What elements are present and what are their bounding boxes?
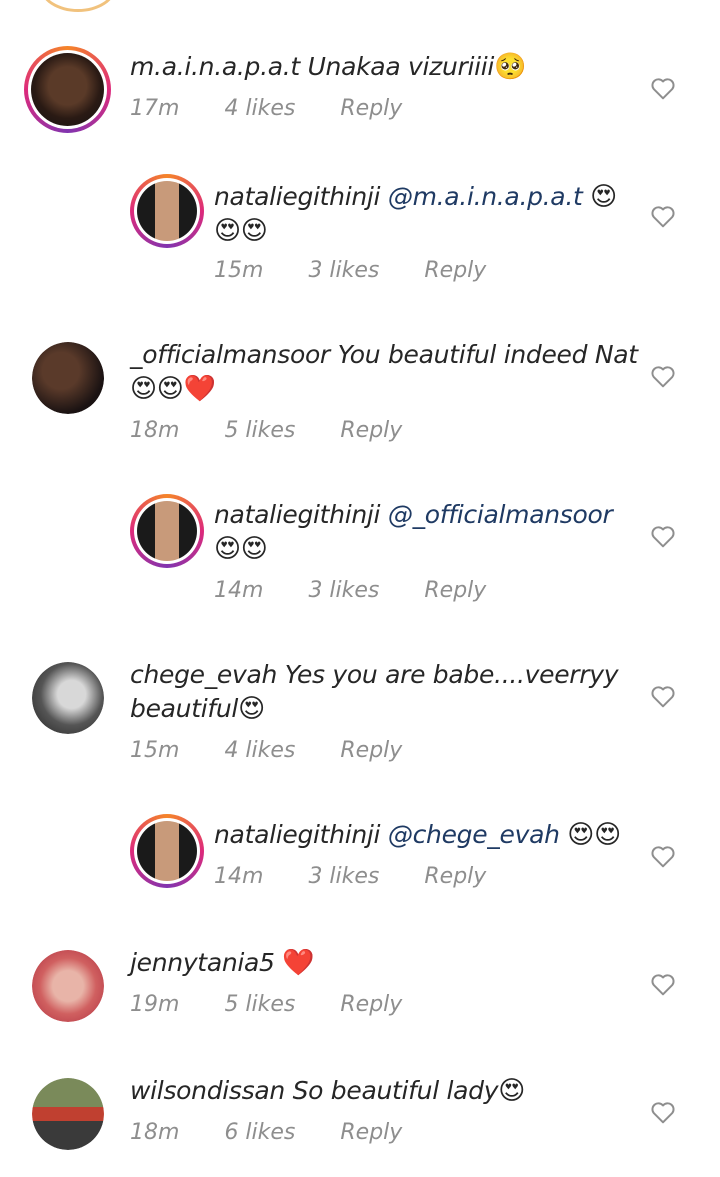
avatar[interactable]	[130, 494, 204, 568]
timestamp: 14m	[214, 578, 264, 603]
username[interactable]: chege_evah	[130, 660, 277, 689]
likes-count[interactable]: 3 likes	[308, 578, 379, 603]
reply-button[interactable]: Reply	[424, 578, 486, 603]
like-heart-icon[interactable]	[650, 972, 676, 996]
timestamp: 17m	[130, 96, 180, 121]
emoji: 😍😍❤️	[130, 374, 216, 404]
emoji: 😍😍	[567, 820, 621, 850]
timestamp: 19m	[130, 992, 180, 1017]
username[interactable]: jennytania5	[130, 948, 275, 977]
comment-text-line2: beautiful😍	[130, 692, 265, 726]
likes-count[interactable]: 6 likes	[224, 1120, 295, 1145]
like-heart-icon[interactable]	[650, 76, 676, 100]
emoji: ❤️	[282, 948, 315, 978]
comment-meta: 15m 3 likes Reply	[214, 258, 524, 283]
username[interactable]: _officialmansoor	[130, 340, 330, 369]
emoji: 😍	[238, 694, 265, 724]
avatar[interactable]	[32, 950, 104, 1022]
likes-count[interactable]: 5 likes	[224, 418, 295, 443]
comment-meta: 14m 3 likes Reply	[214, 578, 524, 603]
username[interactable]: nataliegithinji	[214, 182, 381, 211]
comment-body: You beautiful indeed Nat	[337, 340, 638, 369]
comment-text: _officialmansoor You beautiful indeed Na…	[130, 338, 638, 372]
reply-button[interactable]: Reply	[424, 258, 486, 283]
like-heart-icon[interactable]	[650, 684, 676, 708]
username[interactable]: nataliegithinji	[214, 500, 381, 529]
mention-link[interactable]: @chege_evah	[388, 820, 560, 849]
likes-count[interactable]: 4 likes	[224, 738, 295, 763]
comment-text: chege_evah Yes you are babe....veerryy	[130, 658, 619, 692]
likes-count[interactable]: 3 likes	[308, 864, 379, 889]
comment-body: Unakaa vizuriiii	[307, 52, 495, 81]
reply-button[interactable]: Reply	[340, 96, 402, 121]
avatar[interactable]	[130, 814, 204, 888]
avatar[interactable]	[32, 342, 104, 414]
reply-button[interactable]: Reply	[340, 738, 402, 763]
likes-count[interactable]: 3 likes	[308, 258, 379, 283]
reply-button[interactable]: Reply	[340, 992, 402, 1017]
like-heart-icon[interactable]	[650, 364, 676, 388]
timestamp: 18m	[130, 418, 180, 443]
comment-meta: 18m 6 likes Reply	[130, 1120, 440, 1145]
avatar[interactable]	[32, 1078, 104, 1150]
emoji: 😍	[498, 1076, 526, 1106]
like-heart-icon[interactable]	[650, 204, 676, 228]
like-heart-icon[interactable]	[650, 524, 676, 548]
comment-meta: 18m 5 likes Reply	[130, 418, 440, 443]
emoji: 😍	[590, 182, 617, 212]
username[interactable]: m.a.i.n.a.p.a.t	[130, 52, 300, 81]
reply-button[interactable]: Reply	[340, 418, 402, 443]
username[interactable]: wilsondissan	[130, 1076, 285, 1105]
mention-link[interactable]: @m.a.i.n.a.p.a.t	[388, 182, 583, 211]
avatar[interactable]	[24, 46, 111, 133]
emoji: 😍😍	[214, 534, 268, 564]
comment-text: m.a.i.n.a.p.a.t Unakaa vizuriiii🥺	[130, 50, 526, 84]
like-heart-icon[interactable]	[650, 1100, 676, 1124]
timestamp: 15m	[214, 258, 264, 283]
timestamp: 18m	[130, 1120, 180, 1145]
comment-meta: 17m 4 likes Reply	[130, 96, 440, 121]
comment-text: jennytania5 ❤️	[130, 946, 315, 980]
top-partial-avatar	[40, 0, 116, 12]
comment-text: nataliegithinji @m.a.i.n.a.p.a.t 😍	[214, 180, 617, 214]
reply-button[interactable]: Reply	[340, 1120, 402, 1145]
likes-count[interactable]: 4 likes	[224, 96, 295, 121]
comment-body: beautiful	[130, 694, 239, 723]
reply-button[interactable]: Reply	[424, 864, 486, 889]
comment-text-line2: 😍😍❤️	[130, 372, 216, 406]
avatar[interactable]	[32, 662, 104, 734]
avatar[interactable]	[130, 174, 204, 248]
comment-meta: 19m 5 likes Reply	[130, 992, 440, 1017]
comment-text: wilsondissan So beautiful lady😍	[130, 1074, 525, 1108]
like-heart-icon[interactable]	[650, 844, 676, 868]
comment-body: So beautiful lady	[292, 1076, 499, 1105]
comment-body: Yes you are babe....veerryy	[284, 660, 619, 689]
comment-text-line2: 😍😍	[214, 532, 268, 566]
username[interactable]: nataliegithinji	[214, 820, 381, 849]
comment-text-line2: 😍😍	[214, 214, 268, 248]
likes-count[interactable]: 5 likes	[224, 992, 295, 1017]
emoji: 😍😍	[214, 216, 268, 246]
mention-link[interactable]: @_officialmansoor	[388, 500, 613, 529]
timestamp: 15m	[130, 738, 180, 763]
emoji: 🥺	[494, 52, 527, 82]
comment-meta: 15m 4 likes Reply	[130, 738, 440, 763]
comment-text: nataliegithinji @_officialmansoor	[214, 498, 613, 532]
timestamp: 14m	[214, 864, 264, 889]
comment-text: nataliegithinji @chege_evah 😍😍	[214, 818, 621, 852]
comment-meta: 14m 3 likes Reply	[214, 864, 524, 889]
